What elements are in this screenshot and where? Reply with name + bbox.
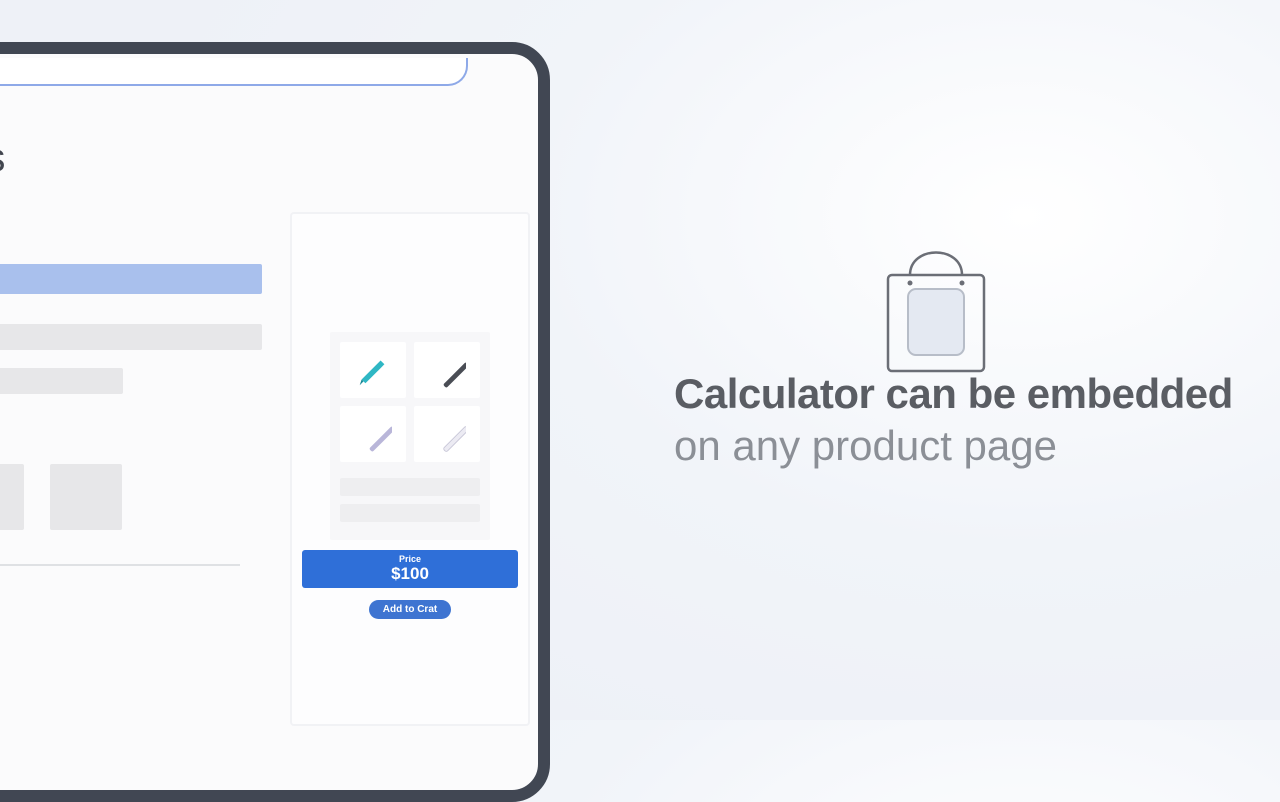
marketing-line-2: on any product page xyxy=(674,422,1274,470)
url-bar[interactable] xyxy=(0,58,468,86)
swatch-cyan[interactable] xyxy=(340,342,406,398)
swatch-lavender[interactable] xyxy=(340,406,406,462)
marketing-line-1: Calculator can be embedded xyxy=(674,370,1274,418)
divider xyxy=(0,564,240,566)
swatch-panel xyxy=(330,332,490,540)
pen-swatch-lavender-icon xyxy=(354,415,392,453)
heading-placeholder xyxy=(0,264,262,294)
add-to-cart-button[interactable]: Add to Crat xyxy=(369,600,451,619)
shopping-bag-icon xyxy=(880,225,992,375)
price-value: $100 xyxy=(302,565,518,583)
pen-swatch-cyan-icon xyxy=(354,351,392,389)
calculator-card: Price $100 Add to Crat xyxy=(292,214,528,724)
text-placeholder xyxy=(0,324,262,350)
tablet-frame: nts xyxy=(0,42,550,802)
page-title-fragment: nts xyxy=(0,136,5,181)
pen-swatch-black-icon xyxy=(428,351,466,389)
swatch-white[interactable] xyxy=(414,406,480,462)
thumbnail[interactable] xyxy=(0,464,24,530)
product-details-column xyxy=(0,264,262,566)
text-placeholder xyxy=(0,368,123,394)
input-placeholder[interactable] xyxy=(340,478,480,496)
pen-swatch-white-icon xyxy=(428,415,466,453)
price-box: Price $100 xyxy=(302,550,518,588)
input-placeholder[interactable] xyxy=(340,504,480,522)
thumbnail[interactable] xyxy=(50,464,122,530)
swatch-black[interactable] xyxy=(414,342,480,398)
thumbnail-row xyxy=(0,464,262,530)
marketing-copy: Calculator can be embedded on any produc… xyxy=(674,370,1274,470)
